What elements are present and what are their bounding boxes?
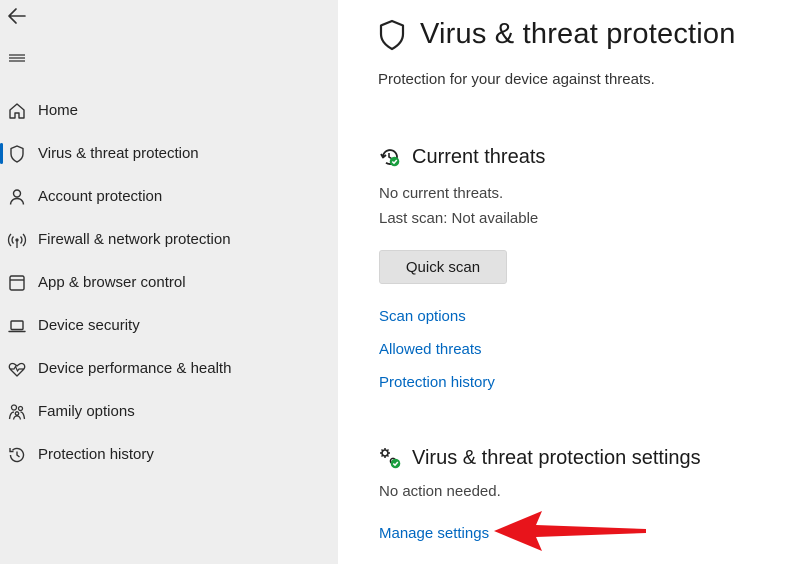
current-threats-title: Current threats [412,145,546,168]
last-scan-text: Last scan: Not available [379,210,539,227]
scan-options-link[interactable]: Scan options [379,308,466,325]
app-window-icon [6,272,28,294]
history-icon [6,444,28,466]
sidebar-item-protection-history[interactable]: Protection history [0,433,338,476]
protection-settings-header: Virus & threat protection settings [378,446,701,470]
sidebar-item-home[interactable]: Home [0,89,338,132]
home-icon [6,100,28,122]
heart-pulse-icon [6,358,28,380]
sidebar-item-label: Protection history [38,446,154,463]
threat-status-text: No current threats. [379,185,504,202]
menu-button[interactable] [4,47,30,69]
quick-scan-button[interactable]: Quick scan [379,250,507,284]
person-icon [6,186,28,208]
sidebar-item-firewall[interactable]: Firewall & network protection [0,218,338,261]
scan-refresh-icon [380,149,400,167]
sidebar-item-label: App & browser control [38,274,186,291]
wireless-icon [6,229,28,251]
current-threats-header: Current threats [378,145,545,169]
family-icon [6,401,28,423]
sidebar-item-label: Account protection [38,188,163,205]
sidebar-item-label: Device security [38,317,140,334]
main-content: Virus & threat protection Protection for… [338,0,800,564]
sidebar-item-label: Home [38,102,79,119]
manage-settings-link[interactable]: Manage settings [379,525,489,542]
sidebar-item-app-browser-control[interactable]: App & browser control [0,261,338,304]
sidebar-item-label: Family options [38,403,135,420]
settings-gears-icon [380,448,401,469]
sidebar-item-label: Device performance & health [38,360,232,377]
sidebar: Home Virus & threat protection Account p… [0,0,338,564]
hamburger-menu-icon [9,54,25,62]
sidebar-item-device-security[interactable]: Device security [0,304,338,347]
sidebar-item-account-protection[interactable]: Account protection [0,175,338,218]
sidebar-nav: Home Virus & threat protection Account p… [0,89,338,476]
sidebar-item-label: Firewall & network protection [38,231,231,248]
shield-icon [379,19,405,50]
sidebar-item-device-performance[interactable]: Device performance & health [0,347,338,390]
laptop-icon [6,315,28,337]
sidebar-item-label: Virus & threat protection [38,145,199,162]
back-arrow-icon [8,8,26,24]
page-subtitle: Protection for your device against threa… [378,71,655,88]
back-button[interactable] [4,4,30,28]
settings-status-text: No action needed. [379,483,501,500]
sidebar-item-virus-threat-protection[interactable]: Virus & threat protection [0,132,338,175]
annotation-arrow-icon [494,511,646,551]
shield-icon [6,143,28,165]
protection-settings-title: Virus & threat protection settings [412,446,701,469]
page-title: Virus & threat protection [420,18,736,50]
page-header: Virus & threat protection [378,18,736,51]
allowed-threats-link[interactable]: Allowed threats [379,341,482,358]
sidebar-item-family-options[interactable]: Family options [0,390,338,433]
protection-history-link[interactable]: Protection history [379,374,495,391]
